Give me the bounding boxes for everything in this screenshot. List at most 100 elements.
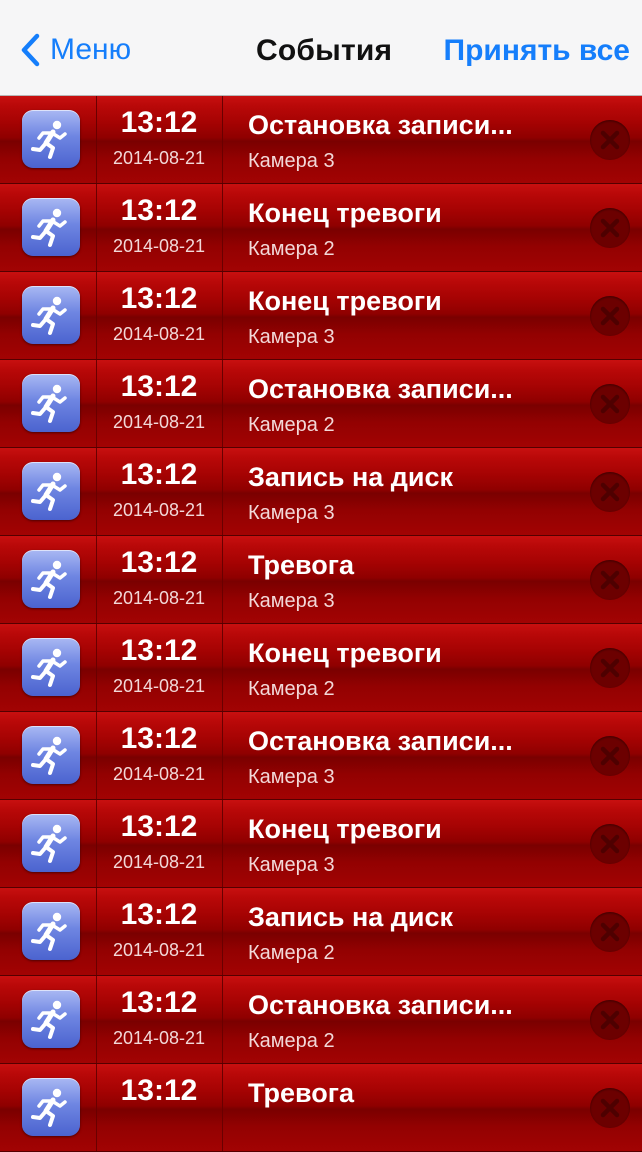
delete-circle-icon [600,1010,620,1030]
delete-circle-icon [600,306,620,326]
event-time-cell: 13:12 2014-08-21 [96,800,223,887]
event-row[interactable]: 13:12 2014-08-21 Конец тревоги Камера 3 [0,800,642,888]
event-title: Запись на диск [248,902,454,932]
event-time-cell: 13:12 2014-08-21 [96,96,223,183]
chevron-left-icon [21,33,40,67]
event-row[interactable]: 13:12 2014-08-21 Остановка записи... Камера… [0,712,642,800]
event-row[interactable]: 13:12 2014-08-21 Остановка записи... Камера… [0,96,642,184]
event-type-badge [22,198,80,256]
event-date: 2014-08-21 [112,236,206,256]
event-row[interactable]: 13:12 2014-08-21 Конец тревоги Камера 3 [0,272,642,360]
event-row[interactable]: 13:12 2014-08-21 Конец тревоги Камера 2 [0,624,642,712]
event-title: Остановка записи... [248,726,513,756]
running-man-icon [31,648,67,687]
page-title: События [256,34,393,67]
event-date: 2014-08-21 [112,500,206,520]
event-time: 13:12 [120,106,198,139]
event-time: 13:12 [120,634,198,667]
event-icon-cell [0,976,97,1063]
event-row[interactable]: 13:12 2014-08-21 Остановка записи... Камера… [0,976,642,1064]
event-time: 13:12 [120,370,198,403]
event-time: 13:12 [120,282,198,315]
event-type-badge [22,638,80,696]
running-man-icon [31,1088,67,1127]
event-time-cell: 13:12 2014-08-21 [96,712,223,799]
back-button-label: Меню [50,33,132,66]
event-type-badge [22,990,80,1048]
event-time-cell: 13:12 2014-08-21 [96,448,223,535]
running-man-icon [31,384,67,423]
event-camera: Камера 3 [248,326,335,348]
running-man-icon [31,120,67,159]
event-time: 13:12 [120,458,198,491]
event-time-cell: 13:12 2014-08-21 [96,360,223,447]
event-camera: Камера 3 [248,590,335,612]
event-time: 13:12 [120,546,198,579]
event-date: 2014-08-21 [112,1028,206,1048]
delete-circle-icon [600,922,620,942]
event-time-cell: 13:12 2014-08-21 [96,272,223,359]
delete-circle-icon [600,658,620,678]
event-time: 13:12 [120,810,198,843]
event-time: 13:12 [120,986,198,1019]
event-type-badge [22,814,80,872]
delete-event-button[interactable] [590,1088,630,1128]
delete-circle-icon [600,834,620,854]
back-button[interactable]: Меню [20,30,131,70]
delete-event-button[interactable] [590,208,630,248]
events-list: 13:12 2014-08-21 Остановка записи... Камера… [0,96,642,1152]
delete-event-button[interactable] [590,560,630,600]
running-man-icon [31,560,67,599]
event-icon-cell [0,536,97,623]
event-title: Конец тревоги [248,814,442,844]
event-title: Конец тревоги [248,638,442,668]
event-date: 2014-08-21 [112,764,206,784]
event-time: 13:12 [120,1074,198,1107]
delete-event-button[interactable] [590,824,630,864]
event-time: 13:12 [120,194,198,227]
event-row[interactable]: 13:12 2014-08-21 Запись на диск Камера 2 [0,888,642,976]
event-row[interactable]: 13:12 Тревога [0,1064,642,1152]
event-row[interactable]: 13:12 2014-08-21 Конец тревоги Камера 2 [0,184,642,272]
event-icon-cell [0,1064,97,1151]
delete-event-button[interactable] [590,296,630,336]
event-row[interactable]: 13:12 2014-08-21 Тревога Камера 3 [0,536,642,624]
event-title: Конец тревоги [248,286,442,316]
delete-circle-icon [600,482,620,502]
delete-event-button[interactable] [590,120,630,160]
event-row[interactable]: 13:12 2014-08-21 Остановка записи... Камера… [0,360,642,448]
running-man-icon [31,208,67,247]
event-date: 2014-08-21 [112,676,206,696]
event-icon-cell [0,800,97,887]
event-type-badge [22,1078,80,1136]
event-icon-cell [0,888,97,975]
event-title: Запись на диск [248,462,454,492]
event-camera: Камера 3 [248,502,335,524]
event-date: 2014-08-21 [112,940,206,960]
running-man-icon [31,912,67,951]
delete-circle-icon [600,394,620,414]
event-time-cell: 13:12 2014-08-21 [96,976,223,1063]
running-man-icon [31,824,67,863]
event-date: 2014-08-21 [112,852,206,872]
event-icon-cell [0,712,97,799]
delete-event-button[interactable] [590,736,630,776]
event-camera: Камера 3 [248,854,335,876]
delete-event-button[interactable] [590,472,630,512]
delete-event-button[interactable] [590,1000,630,1040]
event-icon-cell [0,96,97,183]
event-type-badge [22,286,80,344]
event-icon-cell [0,272,97,359]
event-row[interactable]: 13:12 2014-08-21 Запись на диск Камера 3 [0,448,642,536]
delete-circle-icon [600,218,620,238]
event-time: 13:12 [120,722,198,755]
delete-event-button[interactable] [590,384,630,424]
event-camera: Камера 3 [248,150,335,172]
delete-event-button[interactable] [590,648,630,688]
delete-event-button[interactable] [590,912,630,952]
event-type-badge [22,550,80,608]
delete-circle-icon [600,570,620,590]
event-time-cell: 13:12 [96,1064,223,1151]
accept-all-button[interactable]: Принять все [444,34,631,68]
event-camera: Камера 2 [248,1030,335,1052]
